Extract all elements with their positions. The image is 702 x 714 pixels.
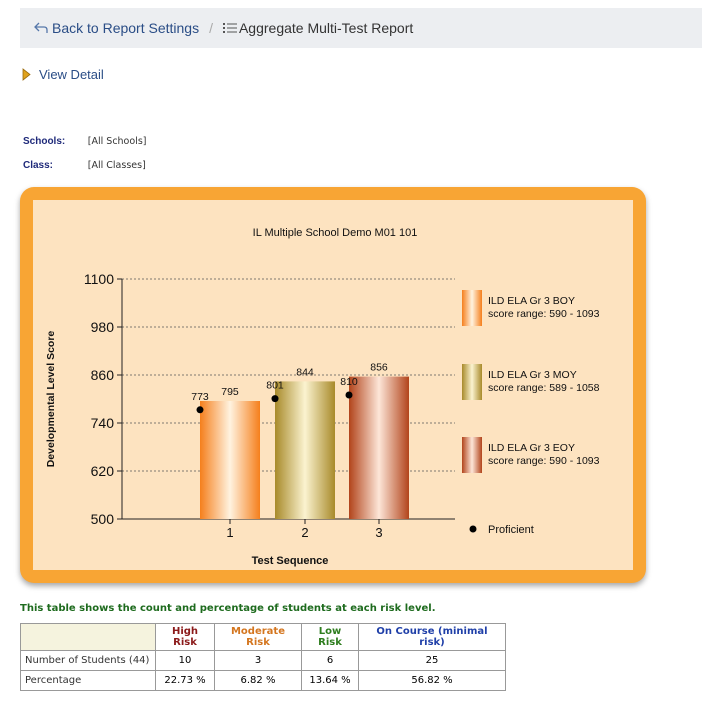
bar-value-label: 856 xyxy=(370,362,388,374)
table-cell: 3 xyxy=(214,650,302,671)
x-tick-label: 1 xyxy=(226,525,233,540)
risk-table: High Risk Moderate Risk Low Risk On Cour… xyxy=(20,623,506,691)
risk-table-header-row: High Risk Moderate Risk Low Risk On Cour… xyxy=(20,623,506,651)
bar xyxy=(275,381,335,519)
view-detail-label: View Detail xyxy=(39,67,104,82)
proficient-point xyxy=(345,391,353,399)
y-axis-label: Developmental Level Score xyxy=(45,331,57,468)
bar-value-label: 795 xyxy=(221,386,239,398)
table-cell: 56.82 % xyxy=(358,670,506,691)
table-cell: 6 xyxy=(301,650,359,671)
row-label: Percentage xyxy=(20,670,156,691)
legend-swatch xyxy=(462,364,482,400)
bar xyxy=(349,376,409,519)
chart-title: IL Multiple School Demo M01 101 xyxy=(253,227,418,239)
schools-filter: Schools: [All Schools] xyxy=(23,136,146,147)
class-value: [All Classes] xyxy=(87,160,146,171)
table-cell: 6.82 % xyxy=(214,670,302,691)
back-to-report-settings-link[interactable]: Back to Report Settings xyxy=(34,20,199,36)
x-axis-label: Test Sequence xyxy=(252,555,329,567)
table-row: Number of Students (44) 10 3 6 25 xyxy=(20,650,506,671)
proficient-point xyxy=(271,395,279,403)
bar-value-label: 844 xyxy=(296,366,314,378)
y-tick-label: 980 xyxy=(91,319,115,335)
table-cell: 10 xyxy=(155,650,215,671)
legend-series-name: ILD ELA Gr 3 EOY xyxy=(488,442,575,454)
class-label: Class: xyxy=(23,160,54,171)
legend-score-range: score range: 590 - 1093 xyxy=(488,308,600,320)
breadcrumb-current-label: Aggregate Multi-Test Report xyxy=(238,20,414,36)
list-icon xyxy=(222,23,237,33)
y-tick-label: 860 xyxy=(91,367,115,383)
proficient-value-label: 810 xyxy=(340,376,358,388)
table-cell: 25 xyxy=(358,650,506,671)
header-low-risk: Low Risk xyxy=(301,623,359,651)
y-tick-label: 740 xyxy=(91,415,115,431)
y-tick-label: 1100 xyxy=(84,271,114,287)
risk-table-caption: This table shows the count and percentag… xyxy=(20,603,436,614)
legend-score-range: score range: 589 - 1058 xyxy=(488,382,600,394)
header-on-course: On Course (minimal risk) xyxy=(358,623,506,651)
header-moderate-risk: Moderate Risk xyxy=(214,623,302,651)
breadcrumb: Back to Report Settings / Aggregate Mult… xyxy=(20,8,702,48)
row-label: Number of Students (44) xyxy=(20,650,156,671)
proficient-point xyxy=(196,406,204,414)
breadcrumb-current: Aggregate Multi-Test Report xyxy=(222,20,414,36)
header-corner-cell xyxy=(20,623,156,651)
schools-label: Schools: xyxy=(23,136,66,147)
legend-series-name: ILD ELA Gr 3 MOY xyxy=(488,369,577,381)
table-cell: 22.73 % xyxy=(155,670,215,691)
proficient-value-label: 773 xyxy=(191,391,209,403)
class-filter: Class: [All Classes] xyxy=(23,160,146,171)
table-row: Percentage 22.73 % 6.82 % 13.64 % 56.82 … xyxy=(20,670,506,691)
legend-series-name: ILD ELA Gr 3 BOY xyxy=(488,295,575,307)
chart-frame: IL Multiple School Demo M01 101 Developm… xyxy=(20,187,646,583)
y-tick-label: 620 xyxy=(91,463,115,479)
x-tick-label: 3 xyxy=(375,525,382,540)
legend-proficient-marker xyxy=(469,525,477,533)
x-tick-label: 2 xyxy=(301,525,308,540)
back-arrow-icon xyxy=(34,22,48,33)
y-tick-label: 500 xyxy=(91,511,115,527)
proficient-value-label: 801 xyxy=(266,380,284,392)
view-detail-toggle[interactable]: View Detail xyxy=(22,67,104,82)
legend-proficient-label: Proficient xyxy=(488,524,534,536)
legend-score-range: score range: 590 - 1093 xyxy=(488,455,600,467)
bar xyxy=(200,401,260,519)
score-chart: IL Multiple School Demo M01 101 Developm… xyxy=(33,200,633,570)
table-cell: 13.64 % xyxy=(301,670,359,691)
back-link-label: Back to Report Settings xyxy=(52,20,200,36)
legend-swatch xyxy=(462,437,482,473)
breadcrumb-separator: / xyxy=(209,20,213,36)
legend-swatch xyxy=(462,290,482,326)
schools-value: [All Schools] xyxy=(87,136,147,147)
triangle-right-icon xyxy=(22,68,31,81)
header-high-risk: High Risk xyxy=(155,623,215,651)
